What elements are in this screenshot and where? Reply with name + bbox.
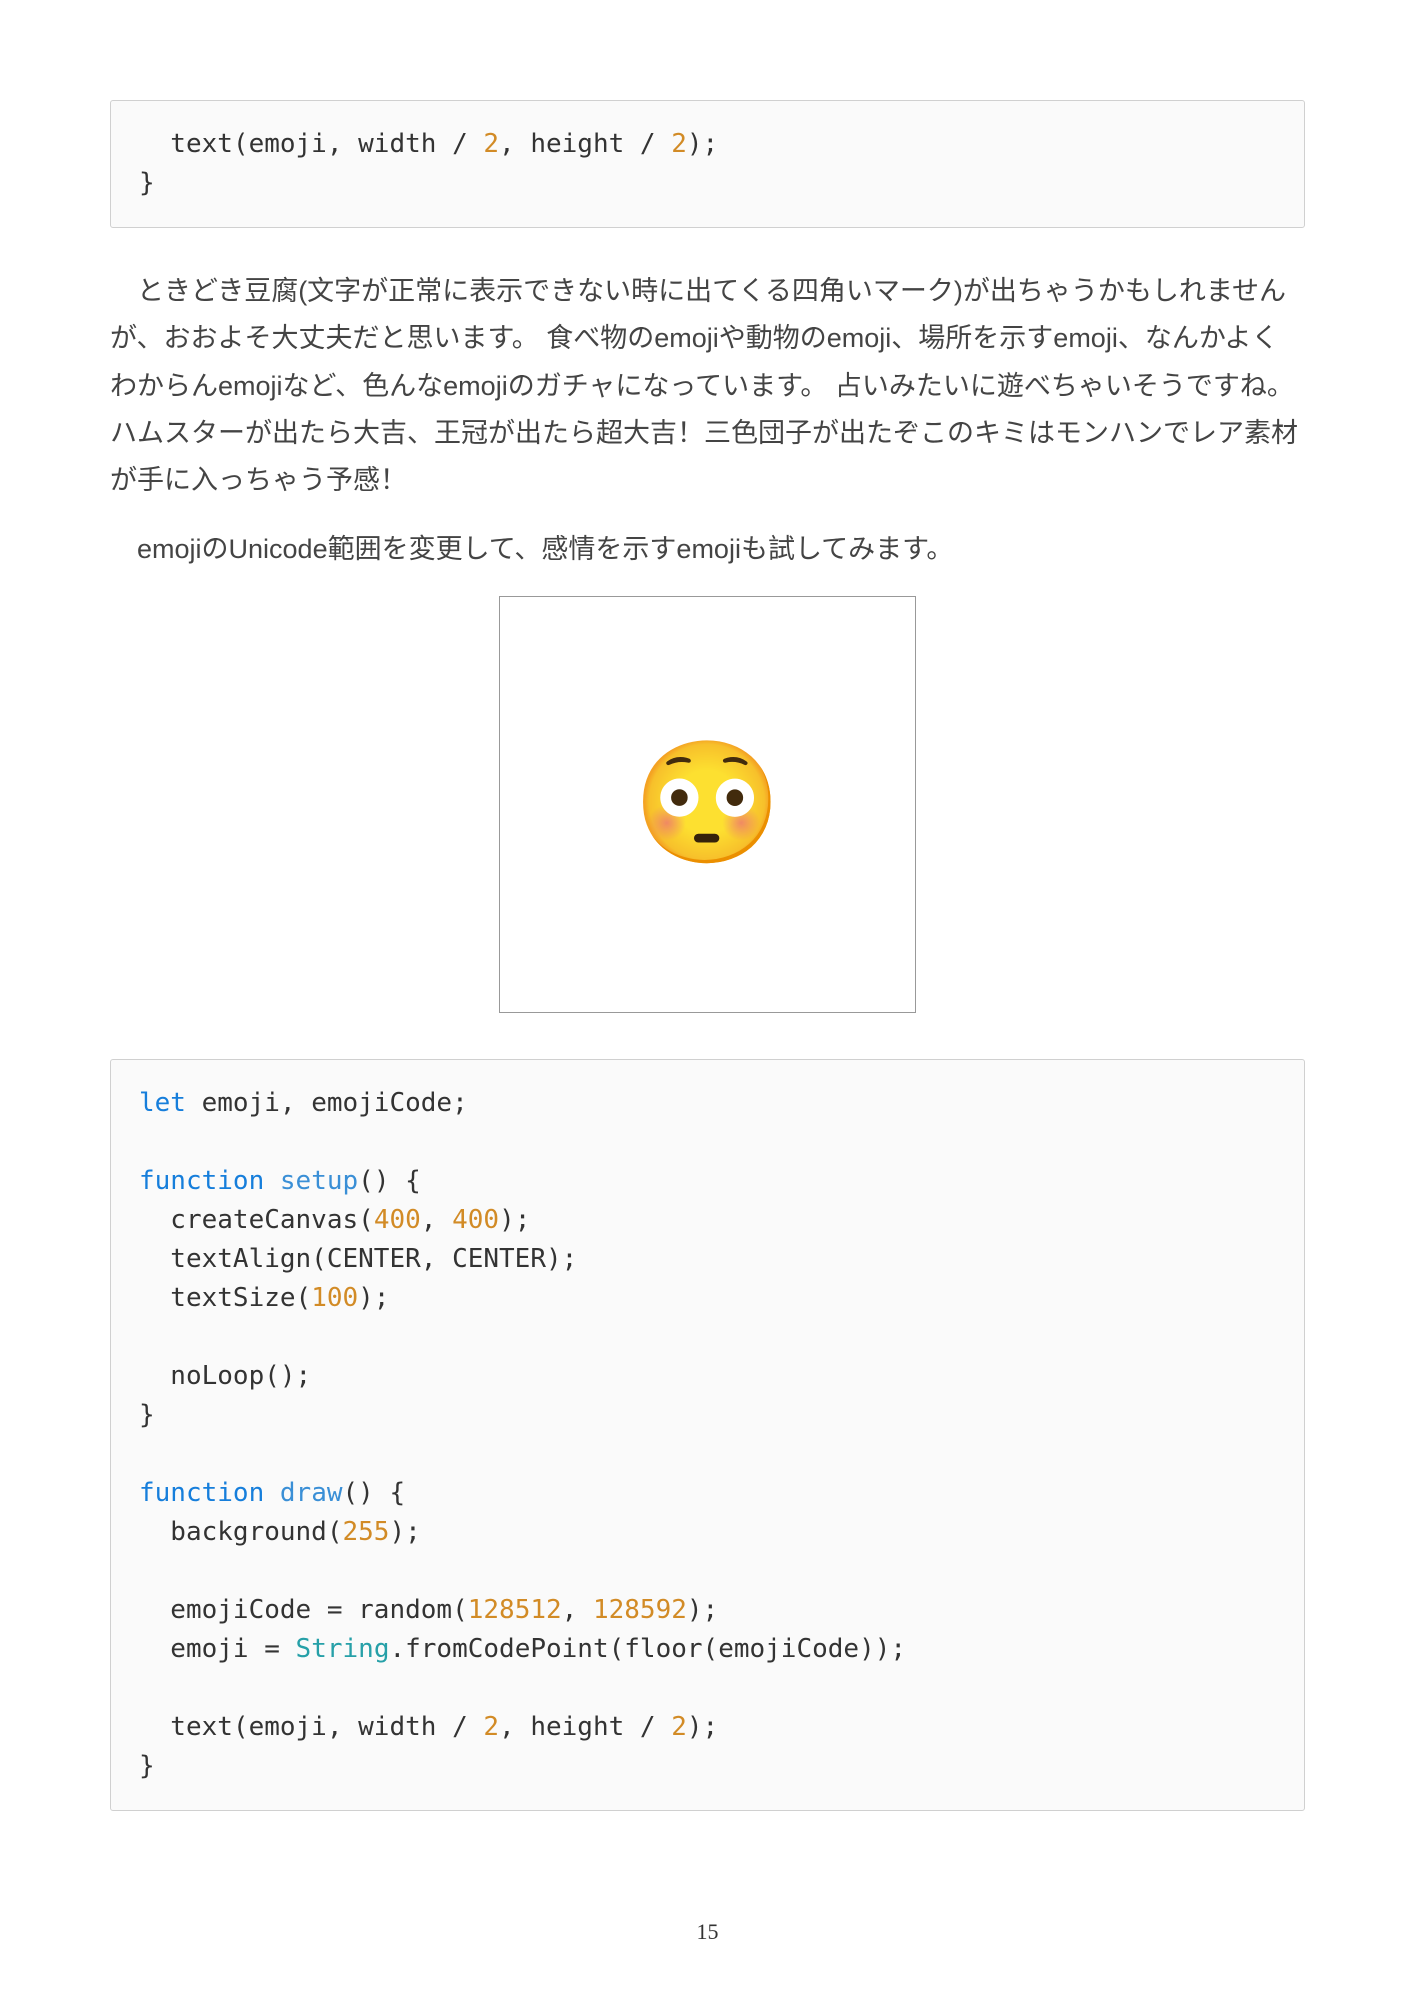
document-page: text(emoji, width / 2, height / 2); } とき…: [0, 0, 1415, 2000]
body-paragraph-1: ときどき豆腐(文字が正常に表示できない時に出てくる四角いマーク)が出ちゃうかもし…: [110, 268, 1305, 504]
code-block-1: text(emoji, width / 2, height / 2); }: [110, 100, 1305, 228]
emoji-preview-box: 😳: [499, 596, 916, 1013]
emoji-glyph: 😳: [633, 734, 782, 874]
body-paragraph-2: emojiのUnicode範囲を変更して、感情を示すemojiも試してみます。: [110, 526, 1305, 573]
code-block-2: let emoji, emojiCode; function setup() {…: [110, 1059, 1305, 1811]
page-number: 15: [0, 1919, 1415, 1945]
